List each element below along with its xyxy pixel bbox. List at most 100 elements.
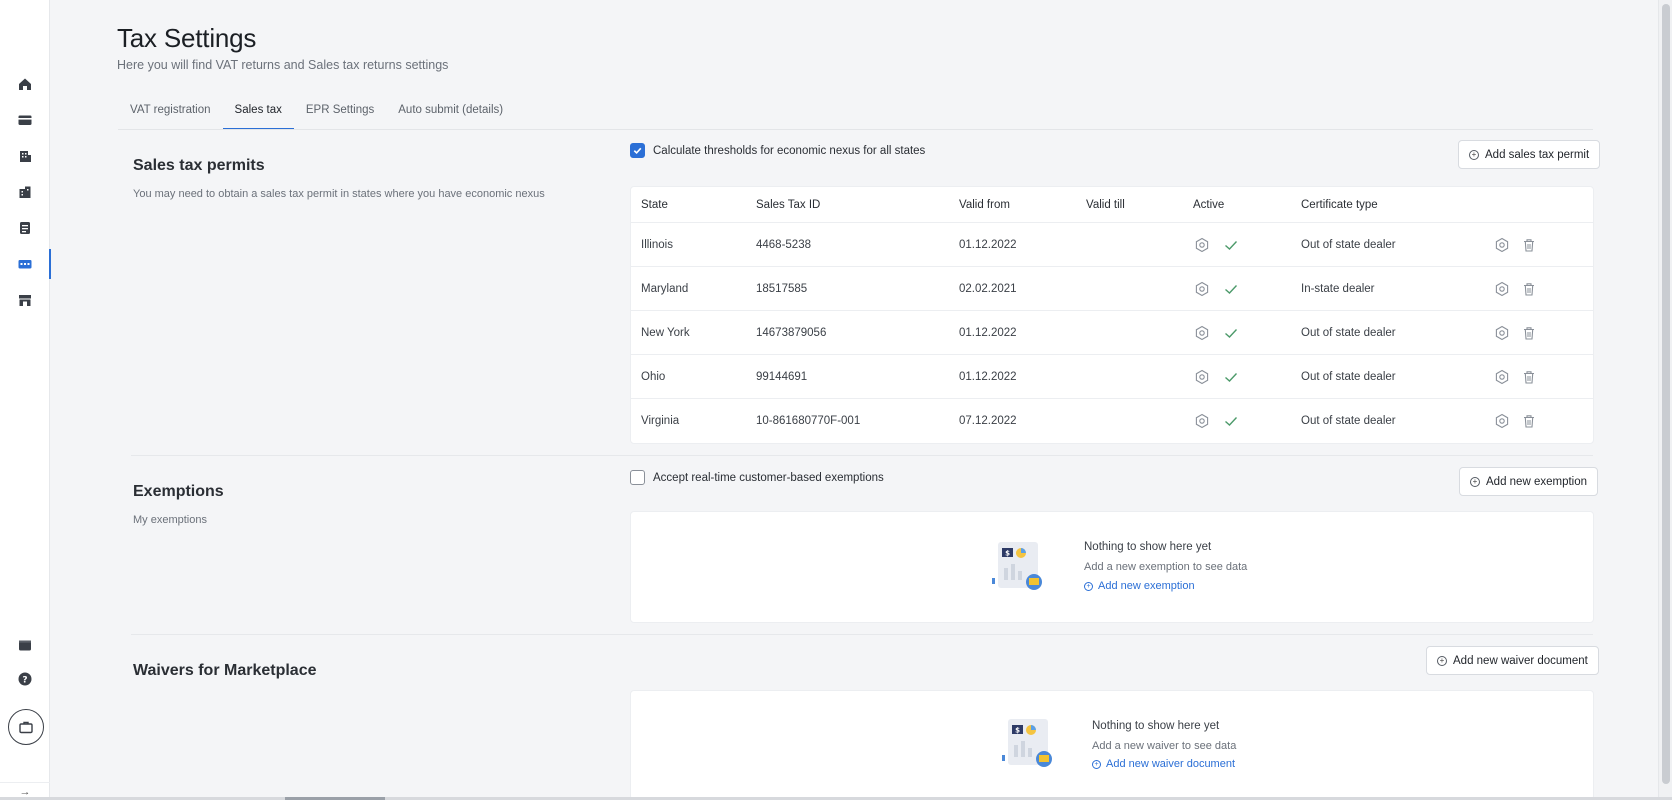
cell-state: Virginia: [641, 415, 680, 427]
edit-settings-icon[interactable]: [1493, 280, 1510, 297]
realtime-exemptions-label: Accept real-time customer-based exemptio…: [653, 471, 884, 484]
settings-gear-icon: [1193, 368, 1210, 385]
settings-gear-icon: [1193, 236, 1210, 253]
trash-icon[interactable]: [1520, 236, 1537, 253]
cell-state: Maryland: [641, 282, 689, 295]
edit-settings-icon[interactable]: [1493, 368, 1510, 385]
cell-sales-tax-id: 99144691: [756, 370, 808, 383]
cell-sales-tax-id: 14673879056: [756, 326, 827, 339]
store-icon[interactable]: [0, 283, 50, 317]
column-header-valid-till[interactable]: Valid till: [1086, 199, 1125, 211]
trash-icon[interactable]: [1520, 324, 1537, 341]
card-icon[interactable]: [0, 103, 50, 137]
cell-valid-from: 01.12.2022: [959, 326, 1017, 339]
check-icon: [1222, 413, 1239, 430]
column-header-valid-from[interactable]: Valid from: [959, 199, 1010, 211]
waivers-section-title: Waivers for Marketplace: [133, 662, 317, 679]
economic-nexus-checkbox[interactable]: [630, 143, 645, 158]
plus-circle-icon: +: [1470, 476, 1480, 487]
settings-tabs: VAT registration Sales tax EPR Settings …: [118, 96, 515, 130]
plus-circle-icon: +: [1084, 581, 1093, 591]
tab-auto-submit[interactable]: Auto submit (details): [386, 96, 515, 130]
help-icon[interactable]: ?: [0, 662, 50, 696]
left-nav-rail: ? →: [0, 0, 51, 800]
table-header: State Sales Tax ID Valid from Valid till…: [631, 187, 1593, 223]
column-header-sales-tax-id[interactable]: Sales Tax ID: [756, 199, 820, 211]
plus-circle-icon: +: [1469, 149, 1479, 160]
add-new-waiver-document-link-label: Add new waiver document: [1106, 758, 1236, 770]
cell-active: [1193, 413, 1239, 430]
svg-text:$: $: [1005, 550, 1010, 558]
edit-settings-icon[interactable]: [1493, 413, 1510, 430]
column-header-certificate-type[interactable]: Certificate type: [1301, 199, 1378, 211]
edit-settings-icon[interactable]: [1493, 236, 1510, 253]
cell-sales-tax-id: 10-861680770F-001: [756, 415, 861, 427]
tab-vat-registration[interactable]: VAT registration: [118, 96, 223, 130]
add-sales-tax-permit-label: Add sales tax permit: [1485, 148, 1590, 161]
column-header-active[interactable]: Active: [1193, 199, 1224, 211]
svg-text:$: $: [1015, 727, 1020, 735]
row-actions: [1493, 324, 1537, 341]
cell-active: [1193, 324, 1239, 341]
cell-state: Illinois: [641, 238, 673, 251]
check-icon: [1222, 324, 1239, 341]
settings-gear-icon: [1193, 280, 1210, 297]
vertical-scrollbar[interactable]: [1658, 0, 1672, 800]
add-new-waiver-document-label: Add new waiver document: [1453, 654, 1588, 667]
cell-valid-from: 01.12.2022: [959, 238, 1017, 251]
check-icon: [1222, 368, 1239, 385]
briefcase-icon[interactable]: [8, 709, 44, 745]
empty-state-description: Add a new waiver to see data: [1092, 740, 1237, 752]
add-new-waiver-document-button[interactable]: + Add new waiver document: [1426, 646, 1599, 675]
economic-nexus-checkbox-row[interactable]: Calculate thresholds for economic nexus …: [630, 143, 925, 158]
row-actions: [1493, 413, 1537, 430]
add-new-exemption-label: Add new exemption: [1486, 475, 1588, 488]
cell-sales-tax-id: 4468-5238: [756, 238, 811, 251]
tab-epr-settings[interactable]: EPR Settings: [294, 96, 386, 130]
empty-state-illustration: $: [988, 538, 1052, 594]
cell-sales-tax-id: 18517585: [756, 282, 808, 295]
svg-text:?: ?: [22, 676, 27, 686]
row-actions: [1493, 368, 1537, 385]
table-row[interactable]: New York 14673879056 01.12.2022 Out of s…: [631, 311, 1593, 355]
tax-icon[interactable]: [0, 247, 51, 281]
edit-settings-icon[interactable]: [1493, 324, 1510, 341]
cell-active: [1193, 368, 1239, 385]
table-row[interactable]: Illinois 4468-5238 01.12.2022 Out of sta…: [631, 223, 1593, 267]
cell-valid-from: 01.12.2022: [959, 370, 1017, 383]
cell-certificate-type: Out of state dealer: [1301, 238, 1396, 251]
scrollbar-thumb[interactable]: [1662, 4, 1670, 784]
plus-circle-icon: +: [1437, 655, 1447, 666]
empty-state-description: Add a new exemption to see data: [1084, 561, 1248, 573]
page-title: Tax Settings: [117, 23, 257, 53]
table-row[interactable]: Virginia 10-861680770F-001 07.12.2022 Ou…: [631, 399, 1593, 443]
wallet-icon[interactable]: [0, 628, 50, 662]
add-new-exemption-link[interactable]: + Add new exemption: [1084, 580, 1195, 592]
cell-state: Ohio: [641, 370, 666, 383]
cell-valid-from: 07.12.2022: [959, 415, 1017, 427]
realtime-exemptions-checkbox[interactable]: [630, 470, 645, 485]
check-icon: [1222, 280, 1239, 297]
trash-icon[interactable]: [1520, 280, 1537, 297]
add-new-waiver-document-link[interactable]: + Add new waiver document: [1092, 758, 1235, 770]
check-icon: [1222, 236, 1239, 253]
add-new-exemption-button[interactable]: + Add new exemption: [1459, 467, 1599, 496]
building-alt-icon[interactable]: [0, 175, 50, 209]
add-new-exemption-link-label: Add new exemption: [1098, 580, 1195, 592]
home-icon[interactable]: [0, 67, 50, 101]
empty-state-title: Nothing to show here yet: [1084, 541, 1212, 553]
tab-sales-tax[interactable]: Sales tax: [222, 96, 294, 130]
table-row[interactable]: Ohio 99144691 01.12.2022 Out of state de…: [631, 355, 1593, 399]
trash-icon[interactable]: [1520, 413, 1537, 430]
document-icon[interactable]: [0, 211, 50, 245]
trash-icon[interactable]: [1520, 368, 1537, 385]
column-header-state[interactable]: State: [641, 199, 668, 211]
page-subtitle: Here you will find VAT returns and Sales…: [117, 58, 449, 72]
permits-table: State Sales Tax ID Valid from Valid till…: [630, 186, 1594, 444]
building-icon[interactable]: [0, 139, 50, 173]
cell-active: [1193, 236, 1239, 253]
add-sales-tax-permit-button[interactable]: + Add sales tax permit: [1458, 140, 1601, 169]
realtime-exemptions-checkbox-row[interactable]: Accept real-time customer-based exemptio…: [630, 470, 884, 485]
table-row[interactable]: Maryland 18517585 02.02.2021 In-state de…: [631, 267, 1593, 311]
settings-gear-icon: [1193, 413, 1210, 430]
